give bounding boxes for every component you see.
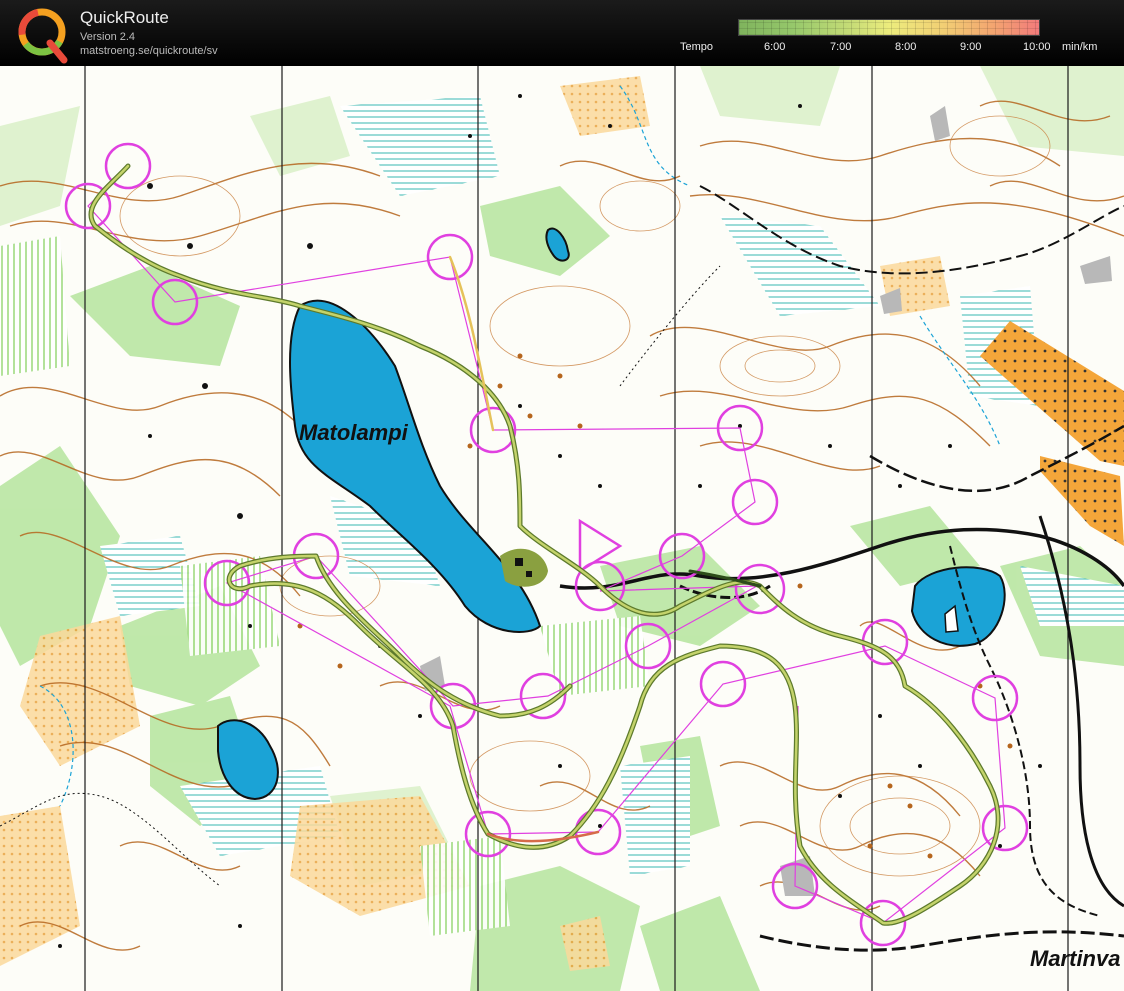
map-label-martinva: Martinva <box>1030 946 1121 971</box>
tempo-tick: 9:00 <box>960 41 982 53</box>
map-canvas[interactable] <box>0 66 1124 991</box>
app-version: Version 2.4 <box>80 31 136 43</box>
tempo-unit: min/km <box>1062 41 1098 53</box>
app-url[interactable]: matstroeng.se/quickroute/sv <box>80 45 218 57</box>
header-bar: QuickRoute Version 2.4 matstroeng.se/qui… <box>0 0 1124 66</box>
orienteering-map[interactable]: Matolampi Martinva <box>0 66 1124 991</box>
map-label-matolampi: Matolampi <box>299 420 408 445</box>
tempo-tick: 8:00 <box>895 41 917 53</box>
tempo-label: Tempo <box>680 41 714 53</box>
app-name: QuickRoute <box>80 8 169 27</box>
quickroute-logo-icon <box>18 8 68 64</box>
lake-east <box>910 566 1006 647</box>
tempo-color-scale <box>738 19 1040 36</box>
tempo-tick: 7:00 <box>830 41 852 53</box>
tempo-tick: 6:00 <box>764 41 786 53</box>
tempo-tick: 10:00 <box>1023 41 1051 53</box>
